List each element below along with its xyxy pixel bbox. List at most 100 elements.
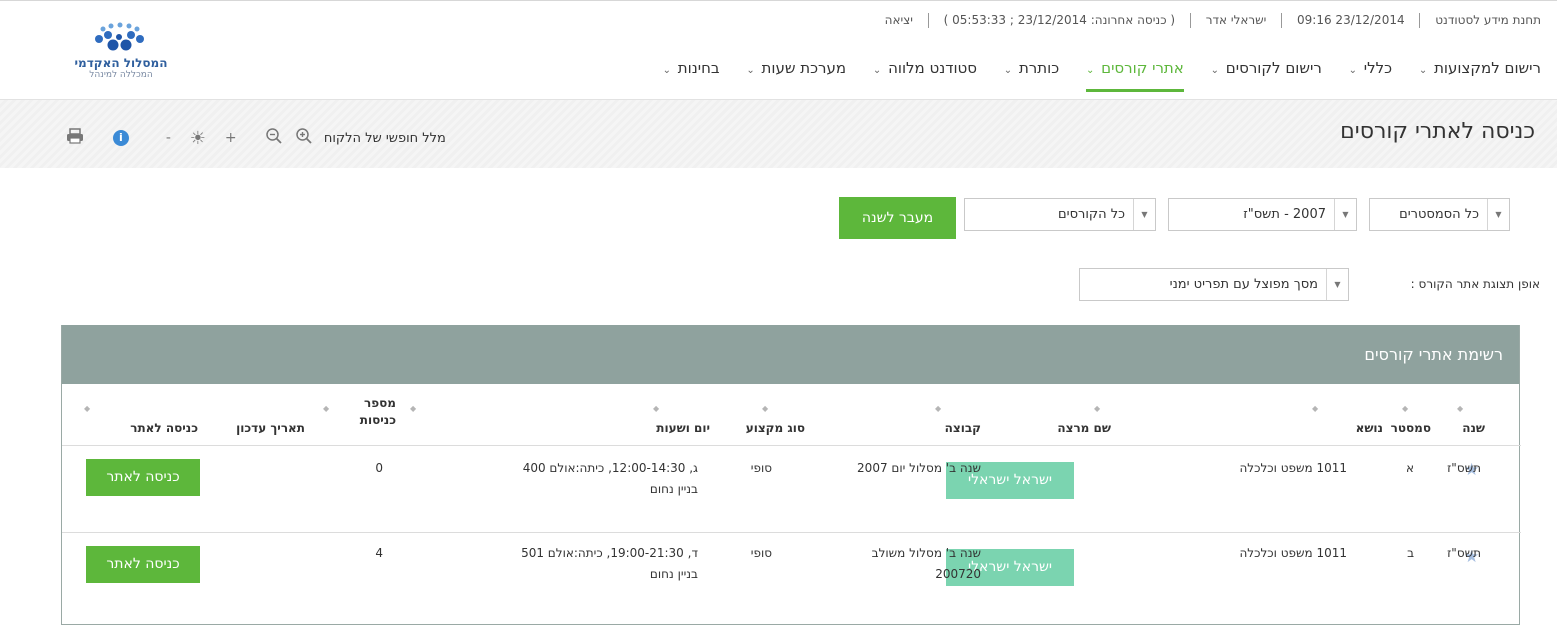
dropdown-arrow-icon: ▼ bbox=[1487, 199, 1509, 230]
print-icon[interactable] bbox=[66, 128, 84, 148]
sort-icon[interactable]: ◆ bbox=[762, 404, 768, 413]
sort-icon[interactable]: ◆ bbox=[935, 404, 941, 413]
last-login: ( כניסה אחרונה: 23/12/2014 ; 05:53:33 ) bbox=[943, 13, 1176, 27]
column-header-schedule[interactable]: יום ושעות bbox=[656, 420, 710, 437]
cell-schedule-line2: בניין נחום bbox=[649, 482, 698, 496]
logo[interactable]: המסלול האקדמי המכללה למינהל bbox=[65, 19, 177, 80]
cell-type: סופי bbox=[750, 546, 772, 560]
enter-site-button[interactable]: כניסה לאתר bbox=[86, 546, 200, 583]
nav-item-label: כותרת bbox=[1018, 59, 1060, 77]
page-tools: i - ☀ + מלל חופשי של הלקוח bbox=[66, 127, 446, 149]
cell-subject: 1011 משפט וכלכלה bbox=[1239, 461, 1347, 475]
sort-icon[interactable]: ◆ bbox=[84, 404, 90, 413]
column-header-entries[interactable]: מספר כניסות bbox=[360, 395, 396, 429]
nav-item-mentor-student[interactable]: סטודנט מלווה ⌄ bbox=[873, 47, 977, 92]
chevron-down-icon: ⌄ bbox=[1348, 65, 1357, 76]
divider bbox=[1281, 13, 1283, 28]
system-name: תחנת מידע לסטודנט bbox=[1435, 13, 1541, 27]
logo-mark-icon bbox=[95, 22, 144, 51]
cell-group: שנה ב' מסלול משולב 200720 bbox=[872, 543, 981, 585]
cell-schedule-line1: ג, 12:00-14:30, כיתה:אולם 400 bbox=[522, 461, 698, 475]
nav-item-course-sites[interactable]: אתרי קורסים ⌄ bbox=[1085, 47, 1184, 92]
column-header-enter[interactable]: כניסה לאתר bbox=[130, 420, 198, 437]
nav-item-label: סטודנט מלווה bbox=[888, 59, 977, 77]
dropdown-arrow-icon: ▼ bbox=[1133, 199, 1155, 230]
column-header-group[interactable]: קבוצה bbox=[945, 420, 981, 437]
nav-item-header[interactable]: כותרת ⌄ bbox=[1004, 47, 1059, 92]
year-select[interactable]: ▼ 2007 - תשס"ז bbox=[1168, 198, 1357, 231]
nav-item-label: מערכת שעות bbox=[761, 59, 847, 77]
nav-item-timetable[interactable]: מערכת שעות ⌄ bbox=[746, 47, 846, 92]
nav-item-label: אתרי קורסים bbox=[1101, 59, 1184, 77]
sort-icon[interactable]: ◆ bbox=[410, 404, 416, 413]
cell-entries: 4 bbox=[375, 546, 383, 560]
sort-icon[interactable]: ◆ bbox=[1094, 404, 1100, 413]
chevron-down-icon: ⌄ bbox=[1418, 65, 1428, 76]
display-mode-label: אופן תצוגת אתר הקורס : bbox=[1410, 277, 1540, 291]
chevron-down-icon: ⌄ bbox=[872, 65, 882, 76]
nav-item-label: בחינות bbox=[677, 59, 720, 77]
cell-group: שנה ב' מסלול יום 2007 bbox=[857, 458, 981, 479]
cell-schedule-line1: ד, 19:00-21:30, כיתה:אולם 501 bbox=[521, 546, 698, 560]
column-header-subject[interactable]: נושא bbox=[1356, 420, 1383, 437]
zoom-out-icon[interactable] bbox=[265, 127, 283, 149]
nav-item-general[interactable]: כללי ⌄ bbox=[1349, 47, 1393, 92]
accessibility-text: מלל חופשי של הלקוח bbox=[323, 130, 446, 146]
column-header-entries-line1: מספר bbox=[364, 396, 396, 410]
column-header-year[interactable]: שנה bbox=[1462, 420, 1485, 437]
main-nav: רישום למקצועות ⌄ כללי ⌄ רישום לקורסים ⌄ … bbox=[641, 47, 1541, 92]
sort-icon[interactable]: ◆ bbox=[1457, 404, 1463, 413]
sort-icon[interactable]: ◆ bbox=[653, 404, 659, 413]
nav-item-label: רישום למקצועות bbox=[1434, 59, 1541, 77]
utility-bar: תחנת מידע לסטודנט 09:16 23/12/2014 ישראל… bbox=[885, 13, 1541, 28]
divider bbox=[1189, 13, 1191, 28]
courses-select[interactable]: ▼ כל הקורסים bbox=[964, 198, 1156, 231]
current-datetime: 09:16 23/12/2014 bbox=[1297, 13, 1405, 27]
column-header-entries-line2: כניסות bbox=[359, 413, 396, 427]
cell-semester: ב bbox=[1407, 546, 1414, 560]
cell-entries: 0 bbox=[375, 461, 383, 475]
nav-item-exams[interactable]: בחינות ⌄ bbox=[663, 47, 720, 92]
cell-year: תשס"ז bbox=[1447, 461, 1481, 475]
logo-subtitle: המכללה למינהל bbox=[89, 70, 153, 80]
display-mode-value: מסך מפוצל עם תפריט ימני bbox=[1169, 277, 1318, 292]
panel-title: רשימת אתרי קורסים bbox=[62, 325, 1519, 384]
nav-item-field-registration[interactable]: רישום למקצועות ⌄ bbox=[1419, 47, 1541, 92]
column-header-semester[interactable]: סמסטר bbox=[1391, 420, 1431, 437]
logout-link[interactable]: יציאה bbox=[885, 13, 913, 27]
cell-semester: א bbox=[1405, 461, 1414, 475]
cell-schedule: ג, 12:00-14:30, כיתה:אולם 400 בניין נחום bbox=[523, 458, 698, 500]
sort-icon[interactable]: ◆ bbox=[323, 404, 329, 413]
cell-schedule-line2: בניין נחום bbox=[649, 567, 698, 581]
semester-select[interactable]: ▼ כל הסמסטרים bbox=[1369, 198, 1510, 231]
divider bbox=[927, 13, 929, 28]
contrast-decrease-button[interactable]: - bbox=[166, 130, 171, 146]
course-sites-panel: רשימת אתרי קורסים ◆ שנה ◆ סמסטר ◆ נושא ◆… bbox=[61, 325, 1521, 625]
column-header-lecturer[interactable]: שם מרצה bbox=[1057, 420, 1111, 437]
divider bbox=[1419, 13, 1421, 28]
cell-subject: 1011 משפט וכלכלה bbox=[1239, 546, 1347, 560]
nav-item-course-registration[interactable]: רישום לקורסים ⌄ bbox=[1211, 47, 1322, 92]
contrast-icon: ☀ bbox=[189, 127, 206, 149]
courses-select-value: כל הקורסים bbox=[1058, 207, 1125, 222]
column-header-updated[interactable]: תאריך עדכון bbox=[236, 420, 305, 437]
sort-icon[interactable]: ◆ bbox=[1402, 404, 1408, 413]
info-icon[interactable]: i bbox=[112, 130, 129, 146]
dropdown-arrow-icon: ▼ bbox=[1326, 269, 1348, 300]
nav-item-label: כללי bbox=[1363, 59, 1393, 77]
zoom-in-icon[interactable] bbox=[295, 127, 313, 149]
top-bar: המסלול האקדמי המכללה למינהל תחנת מידע לס… bbox=[0, 0, 1557, 100]
row-divider bbox=[62, 532, 1521, 533]
chevron-down-icon: ⌄ bbox=[1085, 65, 1095, 76]
logo-name: המסלול האקדמי bbox=[74, 56, 168, 70]
cell-year: תשס"ז bbox=[1447, 546, 1481, 560]
cell-type: סופי bbox=[750, 461, 772, 475]
contrast-increase-button[interactable]: + bbox=[225, 130, 237, 146]
semester-select-value: כל הסמסטרים bbox=[1399, 207, 1479, 222]
enter-site-button[interactable]: כניסה לאתר bbox=[86, 459, 200, 496]
go-to-year-button[interactable]: מעבר לשנה bbox=[839, 197, 956, 239]
dropdown-arrow-icon: ▼ bbox=[1334, 199, 1356, 230]
display-mode-select[interactable]: ▼ מסך מפוצל עם תפריט ימני bbox=[1079, 268, 1349, 301]
sort-icon[interactable]: ◆ bbox=[1312, 404, 1318, 413]
column-header-type[interactable]: סוג מקצוע bbox=[746, 420, 805, 437]
